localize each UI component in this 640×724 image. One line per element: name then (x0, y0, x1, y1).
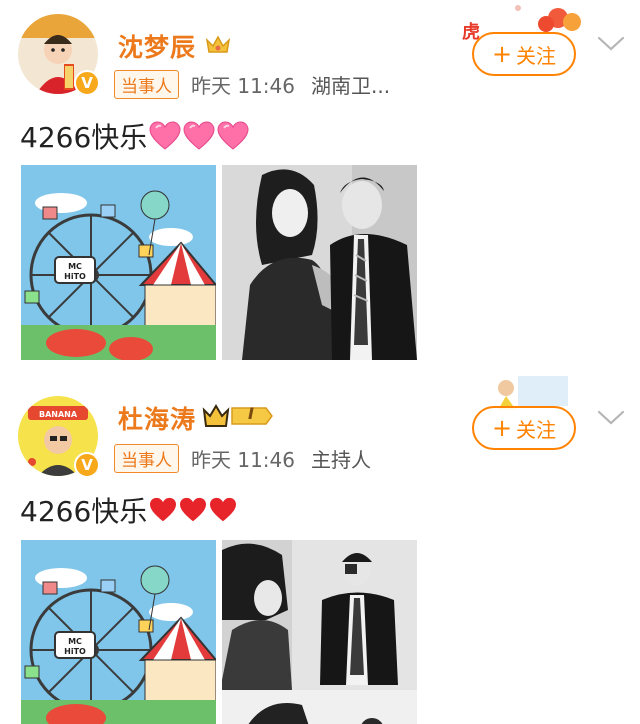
black-white-couple-photo-image (222, 165, 417, 360)
crown-icon (205, 35, 231, 53)
pink-heart-icon (217, 121, 249, 150)
carnival-illustration-image: MC HiTO (21, 540, 216, 724)
post-source: 主持人 (311, 448, 371, 472)
verified-icon: V (74, 452, 100, 478)
post-meta: 当事人 昨天 11:46 湖南卫... (114, 70, 390, 99)
chevron-down-icon[interactable] (596, 408, 626, 428)
role-tag: 当事人 (114, 444, 179, 473)
crown-level-badge-icon (202, 404, 273, 427)
svg-text:MC: MC (68, 262, 82, 271)
chevron-down-icon[interactable] (596, 34, 626, 54)
weibo-post: V 沈梦辰 当事人 昨天 11:46 湖南卫... 虎 + 关注 4266快乐 (0, 0, 640, 372)
post-content: 4266快乐 (20, 116, 249, 156)
username[interactable]: 杜海涛 (118, 400, 196, 436)
post-time: 昨天 11:46 (191, 74, 295, 98)
post-text: 4266快乐 (20, 495, 148, 528)
pink-heart-icon (183, 121, 215, 150)
weibo-post: BANANA V 杜海涛 I 当事人 昨天 11:46 主持人 + 关注 426… (0, 372, 640, 724)
avatar[interactable]: V (18, 14, 100, 96)
svg-text:MC: MC (68, 637, 82, 646)
svg-text:BANANA: BANANA (39, 410, 78, 419)
red-heart-icon (150, 497, 177, 522)
level-label: I (248, 404, 254, 423)
post-content: 4266快乐 (20, 490, 237, 530)
red-heart-icon (210, 497, 237, 522)
role-tag: 当事人 (114, 70, 179, 99)
post-image-photo[interactable] (222, 540, 417, 724)
follow-label: 关注 (516, 417, 557, 442)
plus-icon: + (491, 40, 513, 68)
red-heart-icon (180, 497, 207, 522)
post-text: 4266快乐 (20, 121, 148, 154)
carnival-illustration-image: MC HiTO (21, 165, 216, 360)
plus-icon: + (491, 414, 513, 442)
svg-text:HiTO: HiTO (64, 272, 86, 281)
post-image-illustration[interactable]: MC HiTO (21, 540, 216, 724)
verified-icon: V (74, 70, 100, 96)
post-image-illustration[interactable]: MC HiTO (21, 165, 216, 360)
svg-text:HiTO: HiTO (64, 647, 86, 656)
post-meta: 当事人 昨天 11:46 主持人 (114, 444, 371, 473)
avatar[interactable]: BANANA V (18, 396, 100, 478)
username[interactable]: 沈梦辰 (118, 28, 196, 64)
black-white-couple-photo-image (222, 540, 417, 724)
follow-label: 关注 (516, 43, 557, 68)
pink-heart-icon (149, 121, 181, 150)
follow-button[interactable]: + 关注 (472, 406, 576, 450)
follow-button[interactable]: + 关注 (472, 32, 576, 76)
post-image-photo[interactable] (222, 165, 417, 360)
post-source: 湖南卫... (311, 74, 391, 98)
post-time: 昨天 11:46 (191, 448, 295, 472)
